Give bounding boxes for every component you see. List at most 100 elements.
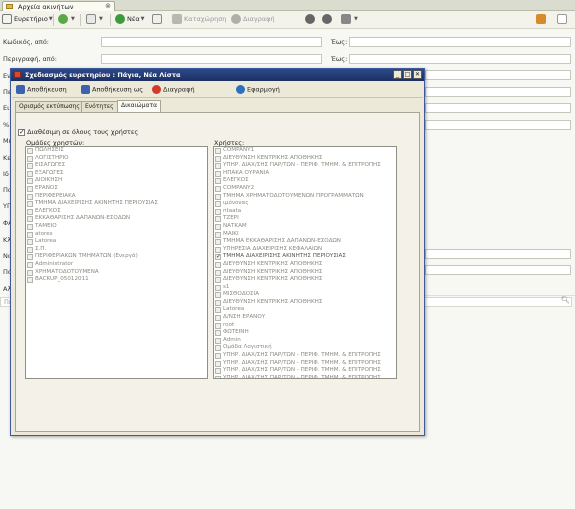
list-item[interactable]: ΕΞΑΓΩΓΕΣ — [26, 170, 207, 178]
list-item[interactable]: ΤΜΗΜΑ ΔΙΑΧΕΙΡΙΣΗΣ ΑΚΙΝΗΤΗΣ ΠΕΡΙΟΥΣΙΑΣ — [214, 253, 396, 261]
list-item[interactable]: ΤΜΗΜΑ ΔΙΑΧΕΙΡΙΣΗΣ ΑΚΙΝΗΤΗΣ ΠΕΡΙΟΥΣΙΑΣ — [26, 200, 207, 208]
list-item-checkbox[interactable] — [215, 163, 221, 170]
list-item[interactable]: Δ/ΝΣΗ ΕΡΑΝΟΥ — [214, 314, 396, 322]
document-button[interactable] — [557, 14, 569, 26]
record-button[interactable]: Καταχώρηση — [172, 14, 226, 26]
list-item-checkbox[interactable] — [27, 254, 33, 261]
list-item-checkbox[interactable] — [27, 148, 33, 154]
list-item-checkbox[interactable] — [215, 193, 221, 200]
tools-button[interactable] — [536, 14, 548, 26]
list-item[interactable]: ιμόνονας — [214, 200, 396, 208]
list-item[interactable]: root — [214, 322, 396, 330]
list-item[interactable]: ΜΙΣΘΟΔΟΣΙΑ — [214, 291, 396, 299]
list-item-checkbox[interactable] — [215, 284, 221, 291]
list-item[interactable]: ΠΩΛΗΣΕΙΣ — [26, 147, 207, 155]
minimize-button[interactable]: _ — [393, 70, 402, 79]
maximize-button[interactable]: □ — [403, 70, 412, 79]
list-item[interactable]: ΝΑΤΚΑΜ — [214, 223, 396, 231]
list-item-checkbox[interactable] — [215, 375, 221, 378]
list-item[interactable]: ΜΑΙΚΙ — [214, 231, 396, 239]
list-item-checkbox[interactable] — [215, 322, 221, 329]
list-item[interactable]: ΥΠΗΡ. ΔΙΑΧ/ΣΗΣ ΠΑΡ/ΤΩΝ - ΠΕΡΙΦ. ΤΜΗΜ. & … — [214, 367, 396, 375]
list-item[interactable]: ΛΟΓΙΣΤΗΡΙΟ — [26, 155, 207, 163]
print-button[interactable]: ▼ — [86, 14, 103, 26]
tab-archive-properties[interactable]: Αρχεία ακινήτων ⊗ — [2, 1, 115, 11]
search-icon[interactable]: 🔍︎ — [561, 296, 570, 304]
list-item-checkbox[interactable] — [215, 315, 221, 322]
list-item-checkbox[interactable] — [215, 208, 221, 215]
list-item[interactable]: ΔΙΕΥΘΥΝΣΗ ΚΕΝΤΡΙΚΗΣ ΑΠΟΘΗΚΗΣ — [214, 299, 396, 307]
list-item[interactable]: ΔΙΕΥΘΥΝΣΗ ΚΕΝΤΡΙΚΗΣ ΑΠΟΘΗΚΗΣ — [214, 276, 396, 284]
list-item-checkbox[interactable] — [215, 185, 221, 192]
list-item-checkbox[interactable] — [215, 231, 221, 238]
list-item[interactable]: ΕΚΚΑΘΑΡΙΣΗΣ ΔΑΠΑΝΩΝ-ΕΣΟΔΩΝ — [26, 215, 207, 223]
close-button[interactable]: ✕ — [413, 70, 422, 79]
previous-button[interactable] — [305, 14, 317, 26]
delete-button[interactable]: Διαγραφή — [231, 14, 275, 26]
list-item-checkbox[interactable] — [27, 216, 33, 223]
next-button[interactable] — [322, 14, 334, 26]
mail-button[interactable]: ▼ — [341, 14, 358, 26]
list-item-checkbox[interactable] — [215, 353, 221, 360]
tab-sections[interactable]: Ενότητες — [81, 101, 118, 112]
list-item-checkbox[interactable] — [215, 261, 221, 268]
chevron-down-icon[interactable]: ▼ — [71, 16, 75, 22]
tab-permissions[interactable]: Δικαιώματα — [117, 100, 162, 112]
list-item-checkbox[interactable] — [215, 216, 221, 223]
form-input-right[interactable] — [425, 249, 571, 259]
list-item-checkbox[interactable] — [215, 178, 221, 185]
list-item-checkbox[interactable] — [27, 261, 33, 268]
form-input-right[interactable] — [425, 120, 571, 130]
code-to-input[interactable] — [349, 37, 571, 47]
chevron-down-icon[interactable]: ▼ — [354, 16, 358, 22]
index-button[interactable]: Ευρετήριο▼ — [2, 14, 53, 26]
close-tab-icon[interactable]: ⊗ — [105, 2, 111, 10]
list-item-checkbox[interactable] — [215, 337, 221, 344]
list-item-checkbox[interactable] — [215, 368, 221, 375]
list-item[interactable]: Administrator — [26, 261, 207, 269]
list-item[interactable]: ΥΠΗΡΕΣΙΑ ΔΙΑΧΕΙΡΙΣΗΣ ΚΕΦΑΛΑΙΩΝ — [214, 246, 396, 254]
list-item[interactable]: Latorea — [26, 238, 207, 246]
list-item-checkbox[interactable] — [27, 185, 33, 192]
tab-print-definition[interactable]: Ορισμός εκτύπωσης — [15, 101, 84, 112]
list-item-checkbox[interactable] — [27, 231, 33, 238]
delete-button[interactable]: Διαγραφή — [152, 85, 195, 94]
list-item-checkbox[interactable] — [215, 330, 221, 337]
list-item[interactable]: ΕΡΑΝΟΣ — [26, 185, 207, 193]
list-item[interactable]: ΥΠΗΡ. ΔΙΑΧ/ΣΗΣ ΠΑΡ/ΤΩΝ - ΠΕΡΙΦ. ΤΜΗΜ. & … — [214, 162, 396, 170]
list-item[interactable]: ΕΛΕΓΚΟΣ — [214, 177, 396, 185]
list-item[interactable]: ΤΖΕΡΙ — [214, 215, 396, 223]
list-item-checkbox[interactable] — [27, 277, 33, 284]
list-item-checkbox[interactable] — [27, 170, 33, 177]
list-item[interactable]: ΥΠΗΡ. ΔΙΑΧ/ΣΗΣ ΠΑΡ/ΤΩΝ - ΠΕΡΙΦ. ΤΜΗΜ. & … — [214, 375, 396, 378]
list-item-checkbox[interactable] — [27, 155, 33, 162]
list-item[interactable]: s1 — [214, 284, 396, 292]
list-item-checkbox[interactable] — [215, 307, 221, 314]
list-item-checkbox[interactable] — [27, 246, 33, 253]
all-users-option[interactable]: Διαθέσιμη σε όλους τους χρήστες — [18, 128, 138, 136]
list-item[interactable]: ΠΕΡΙΦΕΡΙΑΚΩΝ ΤΜΗΜΑΤΩΝ (Ενεργά) — [26, 253, 207, 261]
form-input-right[interactable] — [425, 103, 571, 113]
description-from-input[interactable] — [101, 54, 322, 64]
list-item-checkbox[interactable] — [27, 201, 33, 208]
save-as-button[interactable]: Αποθήκευση ως — [81, 85, 143, 94]
list-item-checkbox[interactable] — [215, 292, 221, 299]
list-item[interactable]: BACKUP_05012011 — [26, 276, 207, 284]
new-button[interactable]: Νέα▼ — [115, 14, 145, 26]
list-item-checkbox[interactable] — [27, 193, 33, 200]
list-item[interactable]: ΕΛΕΓΚΟΣ — [26, 208, 207, 216]
list-item-checkbox[interactable] — [27, 163, 33, 170]
list-item[interactable]: ΔΙΕΥΘΥΝΣΗ ΚΕΝΤΡΙΚΗΣ ΑΠΟΘΗΚΗΣ — [214, 155, 396, 163]
list-item-checkbox[interactable] — [215, 239, 221, 246]
list-item-checkbox[interactable] — [215, 345, 221, 352]
list-item-checkbox[interactable] — [27, 223, 33, 230]
list-item[interactable]: ntaata — [214, 208, 396, 216]
code-from-input[interactable] — [101, 37, 322, 47]
list-item[interactable]: ΕΙΣΑΓΩΓΕΣ — [26, 162, 207, 170]
list-item[interactable]: ΥΠΗΡ. ΔΙΑΧ/ΣΗΣ ΠΑΡ/ΤΩΝ - ΠΕΡΙΦ. ΤΜΗΜ. & … — [214, 352, 396, 360]
users-list[interactable]: COMPANY1 ΔΙΕΥΘΥΝΣΗ ΚΕΝΤΡΙΚΗΣ ΑΠΟΘΗΚΗΣ ΥΠΗΡ… — [213, 146, 397, 379]
list-item[interactable]: ΔΙΟΙΚΗΣΗ — [26, 177, 207, 185]
list-item[interactable]: ΤΑΜΕΙΟ — [26, 223, 207, 231]
list-item[interactable]: ΔΙΕΥΘΥΝΣΗ ΚΕΝΤΡΙΚΗΣ ΑΠΟΘΗΚΗΣ — [214, 261, 396, 269]
form-input-right[interactable] — [425, 87, 571, 97]
